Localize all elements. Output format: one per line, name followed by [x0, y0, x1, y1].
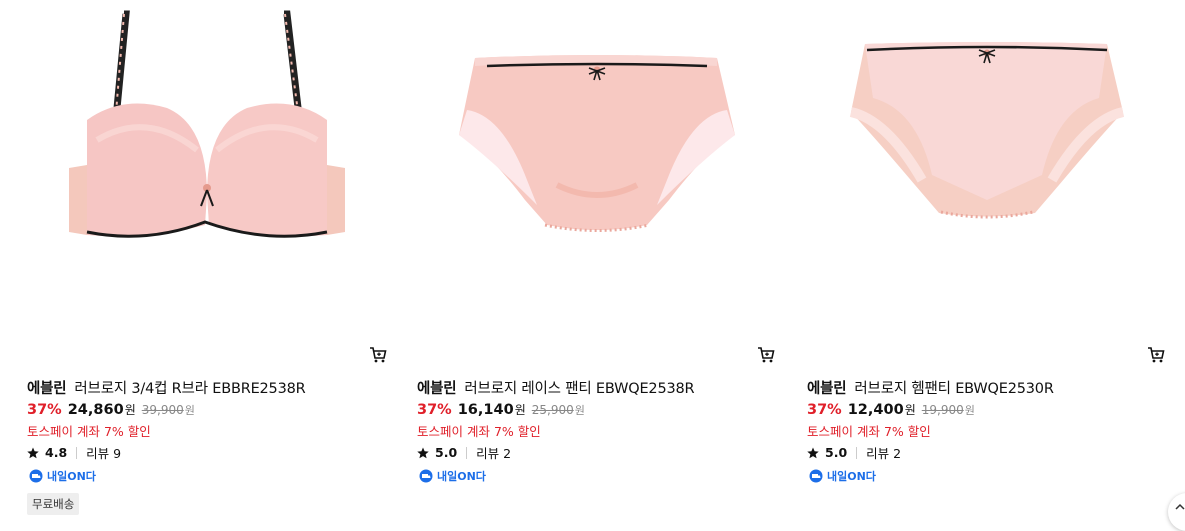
delivery-badge-label: 내일ON다	[827, 470, 876, 483]
currency-label: 원	[514, 403, 526, 417]
promo-text: 토스페이 계좌 7% 할인	[417, 424, 541, 439]
rating-row: 5.0 리뷰 2	[417, 443, 511, 462]
cart-icon[interactable]	[1147, 346, 1165, 364]
sale-price: 24,860	[67, 402, 124, 418]
currency-label: 원	[124, 403, 136, 417]
delivery-badge: 내일ON다	[417, 468, 486, 484]
review-count: 리뷰 9	[86, 446, 122, 461]
review-count: 리뷰 2	[476, 446, 512, 461]
discount-rate: 37%	[417, 402, 452, 418]
price-line: 37% 16,140원 25,900원	[417, 401, 585, 418]
rating-score: 5.0	[825, 445, 848, 460]
product-name: 러브로지 3/4컵 R브라 EBBRE2538R	[74, 381, 306, 397]
free-shipping-tag: 무료배송	[27, 493, 80, 515]
delivery-truck-icon	[29, 469, 43, 483]
original-price: 39,900	[141, 403, 184, 417]
original-currency-label: 원	[184, 404, 195, 417]
product-name: 러브로지 헴팬티 EBWQE2530R	[854, 381, 1054, 397]
lace-panty-product-image[interactable]	[417, 0, 777, 340]
promo-text: 토스페이 계좌 7% 할인	[27, 424, 151, 439]
original-currency-label: 원	[964, 404, 975, 417]
star-icon	[27, 447, 39, 458]
rating-row: 4.8 리뷰 9	[27, 443, 121, 462]
divider	[466, 446, 468, 459]
product-title[interactable]: 에블린 러브로지 레이스 팬티 EBWQE2538R	[417, 377, 695, 398]
delivery-truck-icon	[419, 469, 433, 483]
product-card[interactable]: 에블린 러브로지 레이스 팬티 EBWQE2538R 37% 16,140원 25,9…	[417, 0, 777, 522]
discount-rate: 37%	[807, 402, 842, 418]
delivery-badge-label: 내일ON다	[47, 470, 96, 483]
currency-label: 원	[904, 403, 916, 417]
rating-score: 4.8	[45, 445, 68, 460]
cart-icon[interactable]	[369, 346, 387, 364]
original-price: 25,900	[531, 403, 574, 417]
bra-product-image[interactable]	[27, 0, 387, 340]
product-name: 러브로지 레이스 팬티 EBWQE2538R	[464, 381, 695, 397]
hem-panty-product-image[interactable]	[807, 0, 1167, 340]
promo-text: 토스페이 계좌 7% 할인	[807, 424, 931, 439]
product-title[interactable]: 에블린 러브로지 3/4컵 R브라 EBBRE2538R	[27, 377, 306, 398]
product-title[interactable]: 에블린 러브로지 헴팬티 EBWQE2530R	[807, 377, 1054, 398]
delivery-badge: 내일ON다	[807, 468, 876, 484]
price-line: 37% 24,860원 39,900원	[27, 401, 195, 418]
original-price: 19,900	[921, 403, 964, 417]
delivery-badge: 내일ON다	[27, 468, 96, 484]
sale-price: 12,400	[847, 402, 904, 418]
review-count: 리뷰 2	[866, 446, 902, 461]
brand-name: 에블린	[417, 381, 457, 397]
rating-score: 5.0	[435, 445, 458, 460]
brand-name: 에블린	[27, 381, 67, 397]
delivery-badge-label: 내일ON다	[437, 470, 486, 483]
price-line: 37% 12,400원 19,900원	[807, 401, 975, 418]
cart-icon[interactable]	[757, 346, 775, 364]
discount-rate: 37%	[27, 402, 62, 418]
brand-name: 에블린	[807, 381, 847, 397]
star-icon	[807, 447, 819, 458]
chevron-up-icon	[1175, 503, 1185, 510]
sale-price: 16,140	[457, 402, 514, 418]
delivery-truck-icon	[809, 469, 823, 483]
divider	[856, 446, 858, 459]
product-card[interactable]: 에블린 러브로지 헴팬티 EBWQE2530R 37% 12,400원 19,900원…	[807, 0, 1167, 522]
rating-row: 5.0 리뷰 2	[807, 443, 901, 462]
product-card[interactable]: 에블린 러브로지 3/4컵 R브라 EBBRE2538R 37% 24,860원 39…	[27, 0, 387, 522]
scroll-to-top-button[interactable]	[1168, 493, 1185, 531]
original-currency-label: 원	[574, 404, 585, 417]
star-icon	[417, 447, 429, 458]
divider	[76, 446, 78, 459]
